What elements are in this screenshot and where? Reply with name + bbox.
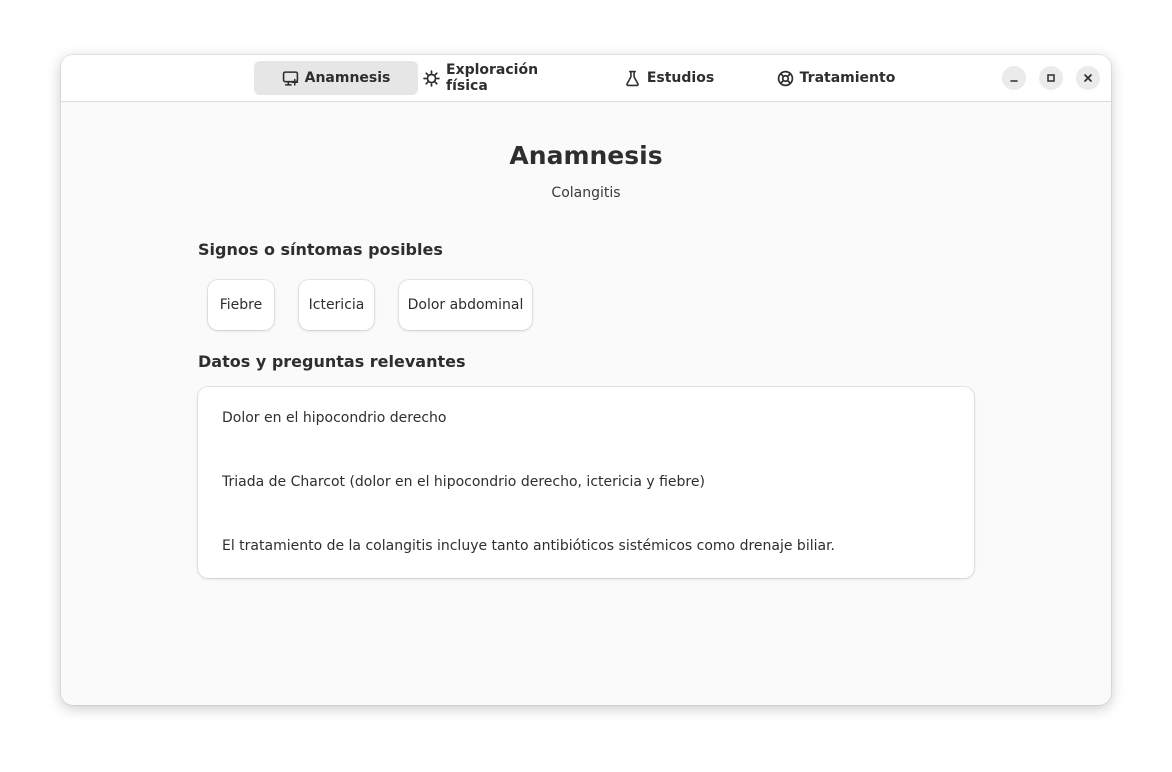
lifebuoy-icon [777, 70, 794, 87]
page-title: Anamnesis [509, 141, 663, 170]
symptom-chip[interactable]: Dolor abdominal [399, 280, 532, 330]
close-button[interactable] [1076, 66, 1100, 90]
maximize-button[interactable] [1039, 66, 1063, 90]
minimize-button[interactable] [1002, 66, 1026, 90]
tab-label: Tratamiento [799, 70, 896, 86]
list-item: Dolor en el hipocondrio derecho [222, 410, 447, 426]
tab-exploracion-fisica[interactable]: Exploración física [423, 61, 575, 95]
list-item: Triada de Charcot (dolor en el hipocondr… [222, 474, 705, 490]
list-item: El tratamiento de la colangitis incluye … [222, 538, 835, 554]
header-bar: Anamnesis Exploración física Estudios Tr… [61, 55, 1111, 102]
page-subtitle: Colangitis [551, 185, 621, 201]
close-icon [1083, 73, 1093, 83]
symptom-chip[interactable]: Ictericia [299, 280, 374, 330]
tab-tratamiento[interactable]: Tratamiento [775, 61, 897, 95]
tab-anamnesis[interactable]: Anamnesis [254, 61, 418, 95]
maximize-icon [1046, 73, 1056, 83]
symptom-chip-label: Fiebre [219, 297, 263, 313]
minimize-icon [1009, 73, 1019, 83]
tab-label: Exploración física [446, 62, 539, 94]
app-window: Anamnesis Exploración física Estudios Tr… [61, 55, 1111, 705]
clipboard-icon [282, 70, 299, 87]
tab-label: Estudios [646, 70, 715, 86]
gear-icon [423, 69, 440, 87]
symptom-chip-label: Ictericia [308, 297, 365, 313]
flask-icon [624, 70, 641, 87]
relevant-heading: Datos y preguntas relevantes [198, 352, 466, 371]
tab-label: Anamnesis [304, 70, 391, 86]
tab-estudios[interactable]: Estudios [621, 61, 717, 95]
symptom-chip[interactable]: Fiebre [208, 280, 274, 330]
symptoms-heading: Signos o síntomas posibles [198, 240, 443, 259]
symptom-chip-label: Dolor abdominal [407, 297, 524, 313]
relevant-data-card: Dolor en el hipocondrio derecho Triada d… [198, 387, 974, 578]
